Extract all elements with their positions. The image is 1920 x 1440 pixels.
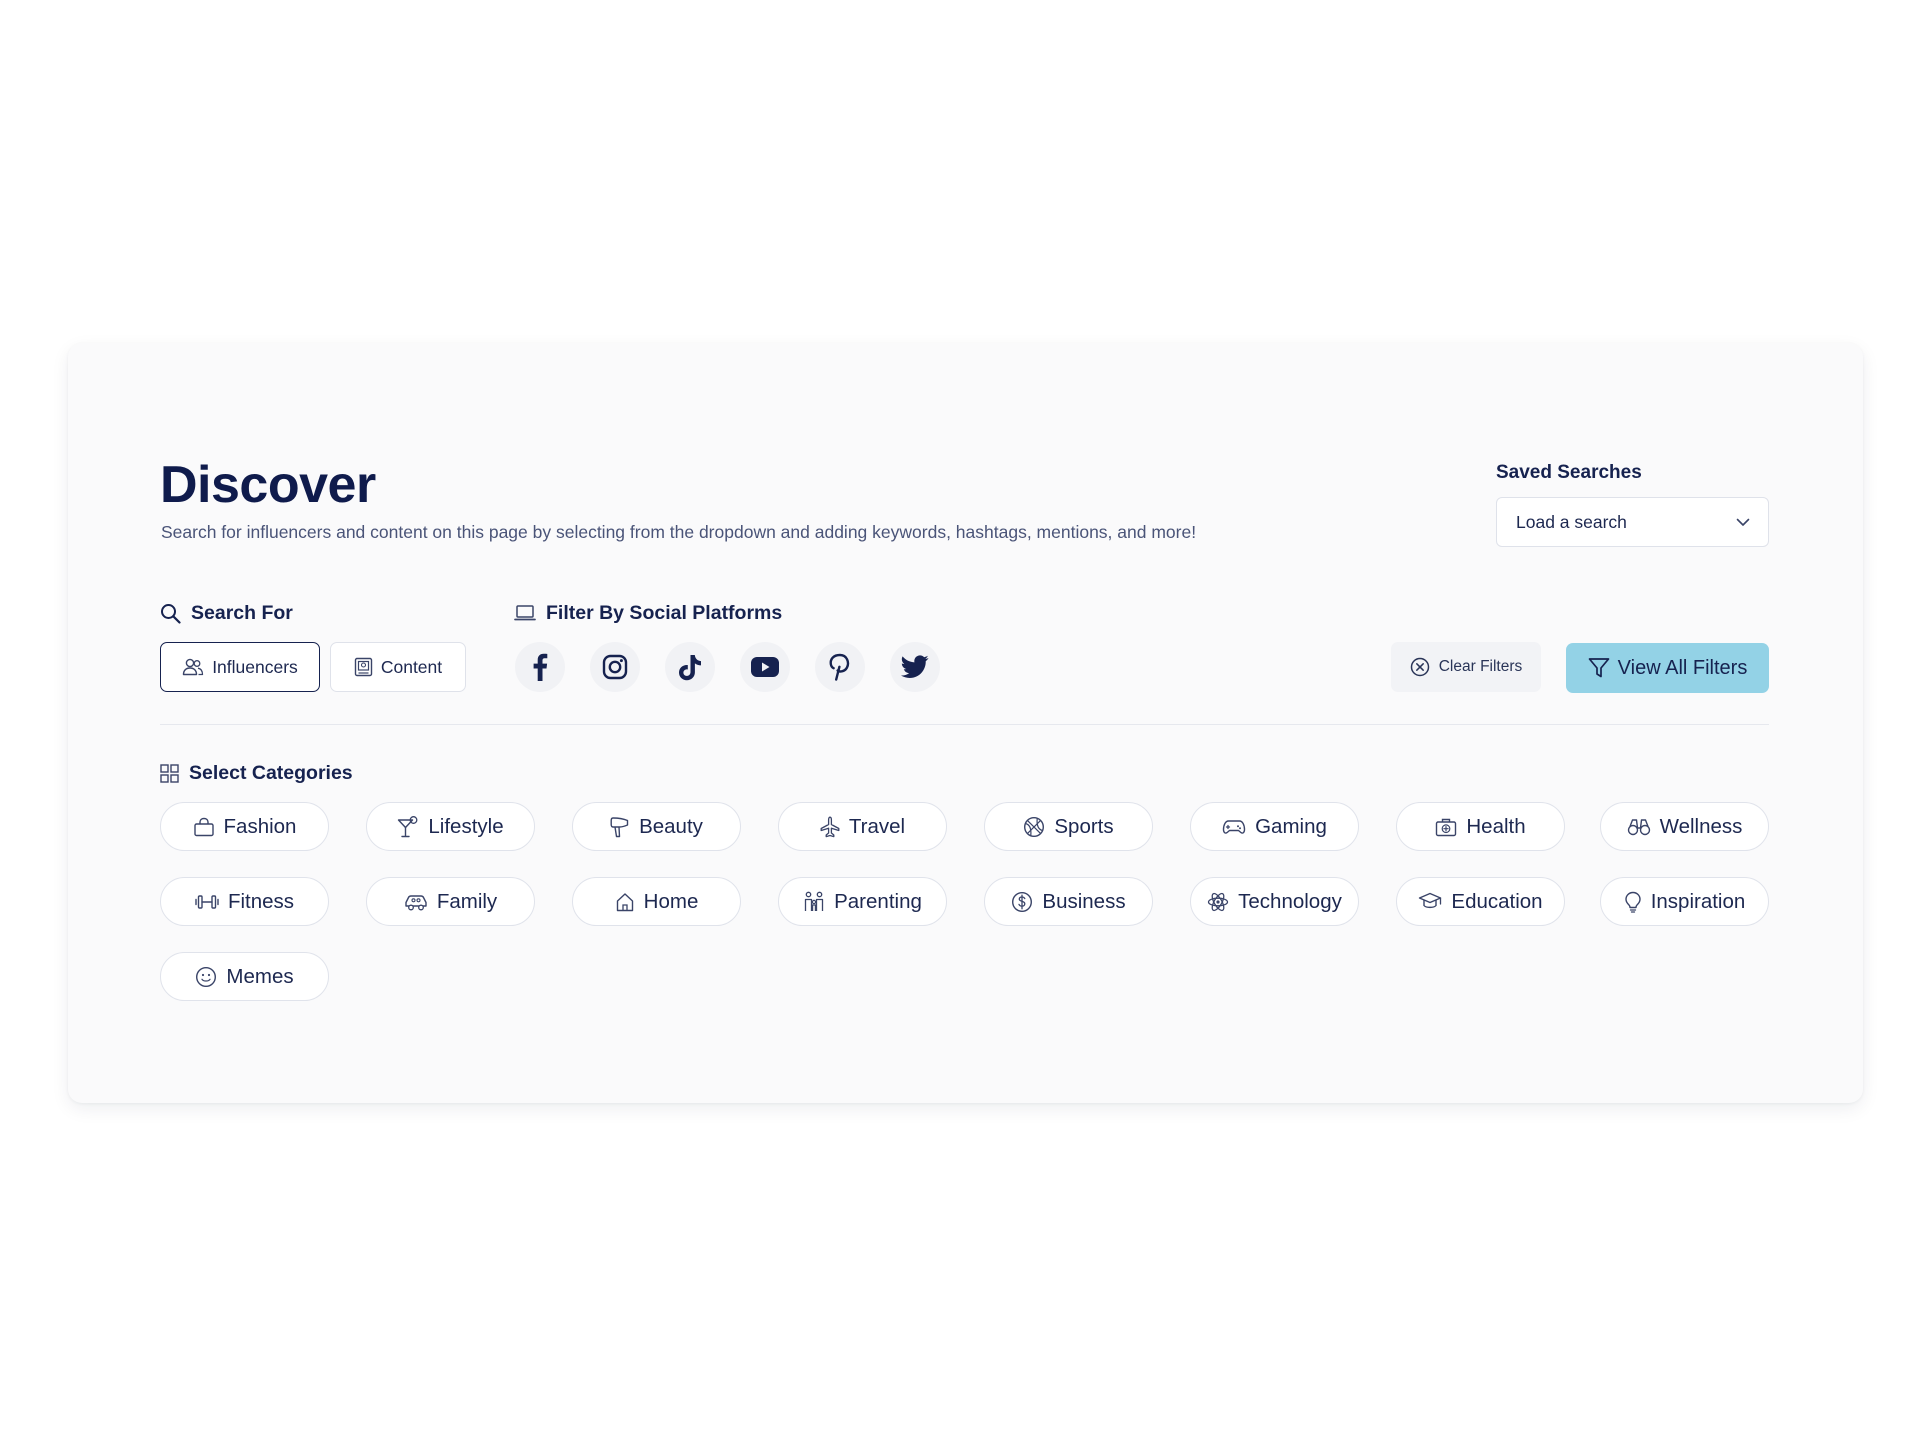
category-label: Inspiration xyxy=(1650,889,1746,913)
laptop-icon xyxy=(514,604,536,622)
basketball-icon xyxy=(1023,816,1045,838)
category-chip-inspiration[interactable]: Inspiration xyxy=(1600,877,1769,926)
view-all-filters-label: View All Filters xyxy=(1617,656,1748,679)
cocktail-icon xyxy=(397,815,419,838)
category-chip-travel[interactable]: Travel xyxy=(778,802,947,851)
first-aid-kit-icon xyxy=(1435,817,1457,837)
categories-heading: Select Categories xyxy=(160,761,353,785)
category-label: Fashion xyxy=(223,814,297,838)
dumbbell-icon xyxy=(195,894,219,910)
search-for-label: Search For xyxy=(191,602,293,624)
page-title: Discover xyxy=(160,456,376,514)
category-chip-gaming[interactable]: Gaming xyxy=(1190,802,1359,851)
category-label: Fitness xyxy=(227,889,295,913)
search-for-content-button[interactable]: Content xyxy=(330,642,466,692)
category-label: Technology xyxy=(1238,889,1342,913)
content-label: Content xyxy=(380,656,443,677)
page-description: Search for influencers and content on th… xyxy=(161,522,1197,542)
category-chip-fashion[interactable]: Fashion xyxy=(160,802,329,851)
tiktok-icon xyxy=(678,654,702,681)
instagram-filter-button[interactable] xyxy=(590,642,640,692)
category-chip-sports[interactable]: Sports xyxy=(984,802,1153,851)
saved-searches-dropdown[interactable]: Load a search xyxy=(1496,497,1769,547)
atom-icon xyxy=(1207,891,1229,913)
category-label: Wellness xyxy=(1659,814,1743,838)
twitter-icon xyxy=(901,655,929,679)
instagram-icon xyxy=(602,654,628,680)
users-icon xyxy=(182,658,204,676)
binoculars-icon xyxy=(1627,817,1651,837)
saved-searches-label: Saved Searches xyxy=(1496,462,1642,483)
category-label: Education xyxy=(1451,889,1543,913)
lightbulb-icon xyxy=(1624,891,1642,913)
shopping-bag-icon xyxy=(193,817,215,837)
chevron-down-icon xyxy=(1736,518,1750,527)
category-chip-beauty[interactable]: Beauty xyxy=(572,802,741,851)
graduation-cap-icon xyxy=(1418,892,1442,912)
social-platforms-label: Filter By Social Platforms xyxy=(546,602,783,624)
category-label: Health xyxy=(1466,814,1526,838)
category-label: Sports xyxy=(1054,814,1114,838)
category-label: Home xyxy=(643,889,699,913)
category-label: Travel xyxy=(848,814,906,838)
category-chip-technology[interactable]: Technology xyxy=(1190,877,1359,926)
facebook-filter-button[interactable] xyxy=(515,642,565,692)
airplane-icon xyxy=(820,816,840,838)
pinterest-icon xyxy=(829,653,851,681)
funnel-icon xyxy=(1588,657,1610,679)
hair-dryer-icon xyxy=(610,816,630,838)
influencers-label: Influencers xyxy=(212,656,298,677)
clear-filters-button[interactable]: Clear Filters xyxy=(1391,642,1541,692)
category-chip-family[interactable]: Family xyxy=(366,877,535,926)
categories-label: Select Categories xyxy=(189,762,353,784)
youtube-icon xyxy=(750,656,780,678)
search-for-heading: Search For xyxy=(160,601,293,625)
home-icon xyxy=(615,892,635,912)
facebook-icon xyxy=(532,653,548,681)
category-label: Memes xyxy=(226,964,294,988)
category-label: Lifestyle xyxy=(428,814,504,838)
category-chip-wellness[interactable]: Wellness xyxy=(1600,802,1769,851)
car-icon xyxy=(404,892,428,912)
category-chip-business[interactable]: Business xyxy=(984,877,1153,926)
twitter-filter-button[interactable] xyxy=(890,642,940,692)
category-chip-memes[interactable]: Memes xyxy=(160,952,329,1001)
category-label: Gaming xyxy=(1255,814,1327,838)
category-label: Business xyxy=(1042,889,1126,913)
parent-child-icon xyxy=(803,891,825,913)
tiktok-filter-button[interactable] xyxy=(665,642,715,692)
category-label: Family xyxy=(436,889,498,913)
search-icon xyxy=(160,603,181,624)
category-label: Parenting xyxy=(834,889,922,913)
view-all-filters-button[interactable]: View All Filters xyxy=(1566,643,1769,693)
gamepad-icon xyxy=(1222,818,1246,836)
category-chip-parenting[interactable]: Parenting xyxy=(778,877,947,926)
close-circle-icon xyxy=(1410,657,1430,677)
category-chip-education[interactable]: Education xyxy=(1396,877,1565,926)
image-icon xyxy=(354,657,373,677)
section-divider xyxy=(160,724,1769,725)
dollar-coin-icon xyxy=(1011,891,1033,913)
category-chip-fitness[interactable]: Fitness xyxy=(160,877,329,926)
clear-filters-label: Clear Filters xyxy=(1438,658,1523,675)
saved-searches-value: Load a search xyxy=(1516,511,1627,532)
category-chip-lifestyle[interactable]: Lifestyle xyxy=(366,802,535,851)
smiley-icon xyxy=(195,966,217,988)
category-chip-health[interactable]: Health xyxy=(1396,802,1565,851)
youtube-filter-button[interactable] xyxy=(740,642,790,692)
social-platforms-heading: Filter By Social Platforms xyxy=(514,601,782,625)
pinterest-filter-button[interactable] xyxy=(815,642,865,692)
search-for-influencers-button[interactable]: Influencers xyxy=(160,642,320,692)
category-label: Beauty xyxy=(639,814,703,838)
category-chip-home[interactable]: Home xyxy=(572,877,741,926)
grid-icon xyxy=(160,763,179,783)
